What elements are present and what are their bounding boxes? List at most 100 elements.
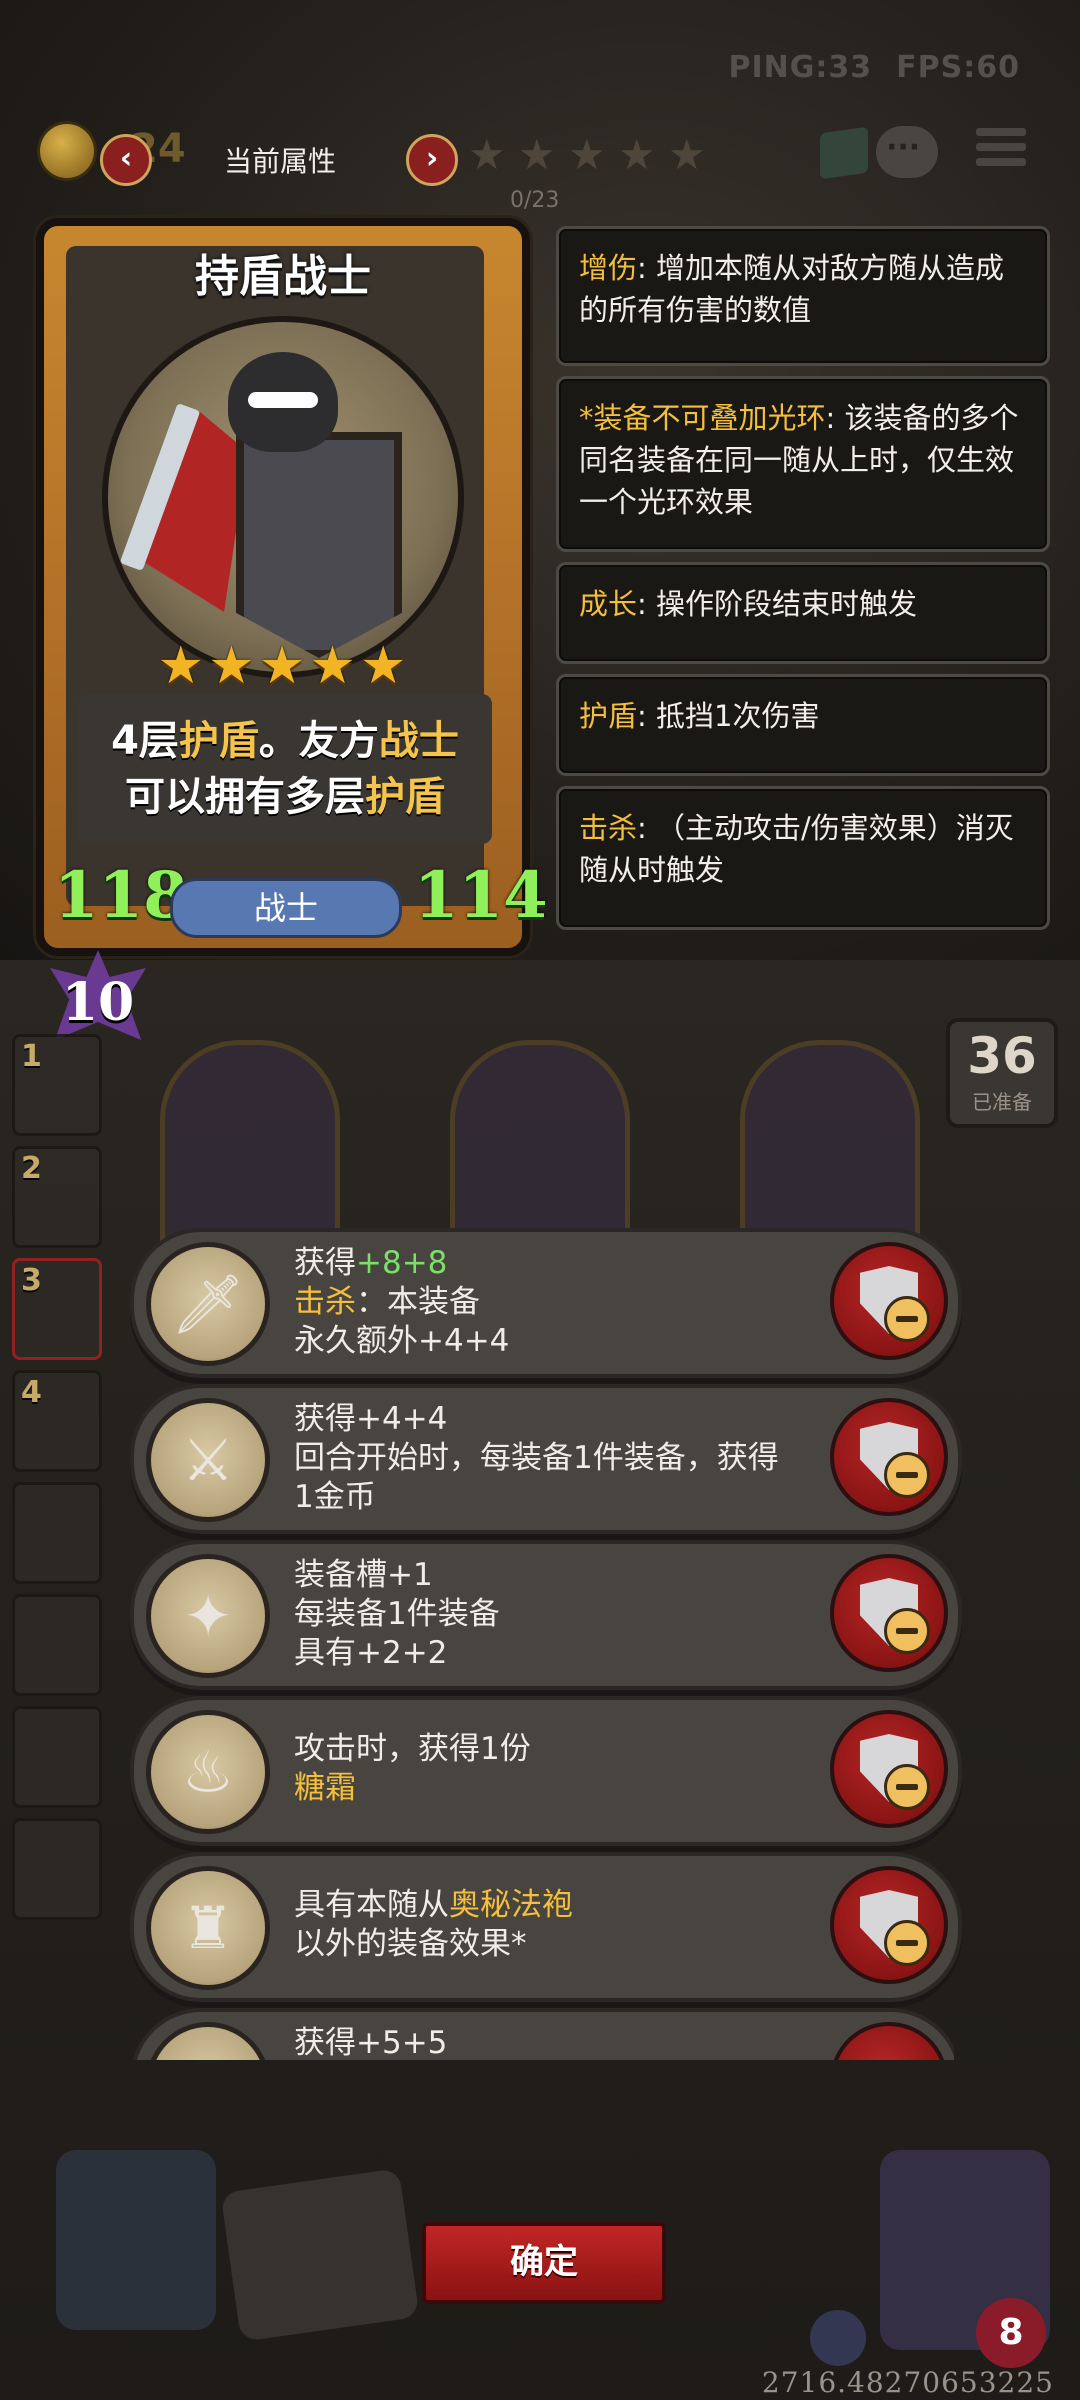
star-icon: ★	[568, 130, 606, 179]
health-value: 114	[414, 858, 548, 933]
equipment-item[interactable]: ⚔ 获得+4+4 回合开始时，每装备1件装备，获得 1金币	[130, 1384, 962, 1534]
unequip-button[interactable]	[830, 1710, 948, 1828]
board-minion[interactable]	[160, 1040, 340, 1250]
roster-slot[interactable]	[12, 1706, 102, 1808]
slot-number: 4	[21, 1375, 42, 1410]
equipment-description: 攻击时，获得1份 糖霜	[294, 1731, 531, 1806]
minus-icon	[884, 1920, 930, 1966]
keyword-name: 成长	[579, 587, 638, 621]
gold-coin-icon	[40, 124, 94, 178]
unit-description: 4层护盾。友方战士 可以拥有多层护盾	[78, 694, 492, 844]
equipment-description: 装备槽+1 每装备1件装备 具有+2+2	[294, 1557, 500, 1671]
top-bar: 24 ‹ 当前属性 › ★ ★ ★ ★ ★	[40, 118, 1040, 188]
equipment-item[interactable]: ✦ 装备槽+1 每装备1件装备 具有+2+2	[130, 1540, 962, 1690]
item-icon	[146, 2022, 270, 2060]
minus-icon	[884, 1608, 930, 1654]
desc-keyword: 护盾	[178, 718, 259, 764]
slot-number: 3	[21, 1263, 42, 1298]
attribute-title: 当前属性	[223, 145, 336, 178]
menu-icon[interactable]	[976, 128, 1026, 178]
book-icon[interactable]	[820, 126, 868, 180]
keyword-text: : 操作阶段结束时触发	[637, 587, 918, 621]
slot-number: 2	[21, 1151, 42, 1186]
desc-text: 。友方	[258, 718, 379, 764]
progress-count: 0/23	[510, 188, 560, 213]
unequip-button[interactable]	[830, 1554, 948, 1672]
shield-icon	[810, 2310, 866, 2366]
ready-counter: 36 已准备	[946, 1018, 1058, 1128]
star-icon: ★	[468, 130, 506, 179]
roster-slot[interactable]: 1	[12, 1034, 102, 1136]
player-avatar[interactable]	[56, 2150, 216, 2330]
spoon-icon: ♨	[146, 1710, 270, 1834]
next-attribute-button[interactable]: ›	[406, 134, 458, 186]
flame-sword-icon: 🗡	[146, 1242, 270, 1366]
spiked-gauntlet-icon: ✦	[146, 1554, 270, 1678]
board-minion[interactable]	[740, 1040, 920, 1250]
minus-icon	[884, 1764, 930, 1810]
unequip-button[interactable]	[830, 1866, 948, 1984]
confirm-button[interactable]: 确定	[422, 2222, 666, 2304]
desc-keyword: 战士	[378, 718, 459, 764]
roster-slot[interactable]: 2	[12, 1146, 102, 1248]
equipment-description: 获得+5+5	[294, 2025, 448, 2060]
keyword-panel-kill: 击杀: （主动攻击/伤害效果）消灭随从时触发	[556, 786, 1050, 930]
keyword-panel-shield: 护盾: 抵挡1次伤害	[556, 674, 1050, 776]
equipment-description: 获得+8+8 击杀：本装备 永久额外+4+4	[294, 1245, 510, 1359]
equipment-description: 获得+4+4 回合开始时，每装备1件装备，获得 1金币	[294, 1401, 779, 1515]
roster-slot[interactable]	[12, 1594, 102, 1696]
star-icon: ★	[618, 130, 656, 179]
keyword-text: : 增加本随从对敌方随从造成的所有伤害的数值	[579, 251, 1005, 327]
arcane-robe-icon: ♜	[146, 1866, 270, 1990]
slot-number: 1	[21, 1039, 42, 1074]
unit-portrait	[102, 316, 464, 678]
keyword-panel-aura: *装备不可叠加光环: 该装备的多个同名装备在同一随从上时，仅生效一个光环效果	[556, 376, 1050, 552]
roster-slot-selected[interactable]: 3	[12, 1258, 102, 1360]
equipment-item[interactable]: ♨ 攻击时，获得1份 糖霜	[130, 1696, 962, 1846]
desc-text: 可以拥有多层	[125, 774, 365, 820]
keyword-text: : 抵挡1次伤害	[637, 699, 820, 733]
keyword-panel-growth: 成长: 操作阶段结束时触发	[556, 562, 1050, 664]
chat-icon[interactable]	[876, 126, 938, 178]
equipment-item[interactable]: ♜ 具有本随从奥秘法袍 以外的装备效果*	[130, 1852, 962, 2002]
coordinate-readout: 2716.48270653225	[761, 2366, 1054, 2399]
keyword-panel-damage-boost: 增伤: 增加本随从对敌方随从造成的所有伤害的数值	[556, 226, 1050, 366]
prev-attribute-button[interactable]: ‹	[100, 134, 152, 186]
equipment-item[interactable]: 获得+5+5	[130, 2008, 954, 2060]
equipment-item-clipped[interactable]: 获得+5+5	[130, 2008, 954, 2060]
board-minion[interactable]	[450, 1040, 630, 1250]
unequip-button[interactable]	[830, 1242, 948, 1360]
fps-text: FPS:60	[896, 50, 1020, 85]
shield-shape	[236, 432, 402, 658]
roster-slot[interactable]	[12, 1818, 102, 1920]
keyword-name: 击杀	[579, 811, 638, 845]
ready-count: 36	[967, 1027, 1037, 1085]
eyes-shape	[248, 392, 318, 408]
network-status: PING:33 FPS:60	[705, 50, 1020, 85]
unequip-button[interactable]	[830, 2022, 948, 2060]
ping-text: PING:33	[728, 50, 873, 85]
keyword-name: *装备不可叠加光环	[579, 401, 826, 435]
minus-icon	[884, 1452, 930, 1498]
minus-icon	[884, 1296, 930, 1342]
unequip-button[interactable]	[830, 1398, 948, 1516]
equipment-item[interactable]: 🗡 获得+8+8 击杀：本装备 永久额外+4+4	[130, 1228, 962, 1378]
tavern-level: 10	[61, 972, 135, 1033]
lives-counter: 8	[976, 2298, 1046, 2368]
equipment-description: 具有本随从奥秘法袍 以外的装备效果*	[294, 1887, 573, 1962]
star-rating: ★★★★★	[157, 636, 411, 696]
attack-value: 118	[54, 858, 188, 933]
roster-slot[interactable]: 4	[12, 1370, 102, 1472]
description-line-2: 可以拥有多层护盾	[78, 764, 492, 822]
ready-label: 已准备	[972, 1090, 1032, 1114]
star-icon: ★	[518, 130, 556, 179]
unit-card: 持盾战士 ★★★★★ 4层护盾。友方战士 可以拥有多层护盾 118 战士 114	[36, 218, 548, 956]
description-line-1: 4层护盾。友方战士	[78, 708, 492, 766]
star-icon: ★	[668, 130, 706, 179]
dice-icon[interactable]	[220, 2168, 420, 2342]
keyword-name: 护盾	[579, 699, 638, 733]
unit-name: 持盾战士	[195, 251, 371, 302]
unit-class-badge: 战士	[170, 878, 402, 938]
roster-slot[interactable]	[12, 1482, 102, 1584]
golden-sword-icon: ⚔	[146, 1398, 270, 1522]
